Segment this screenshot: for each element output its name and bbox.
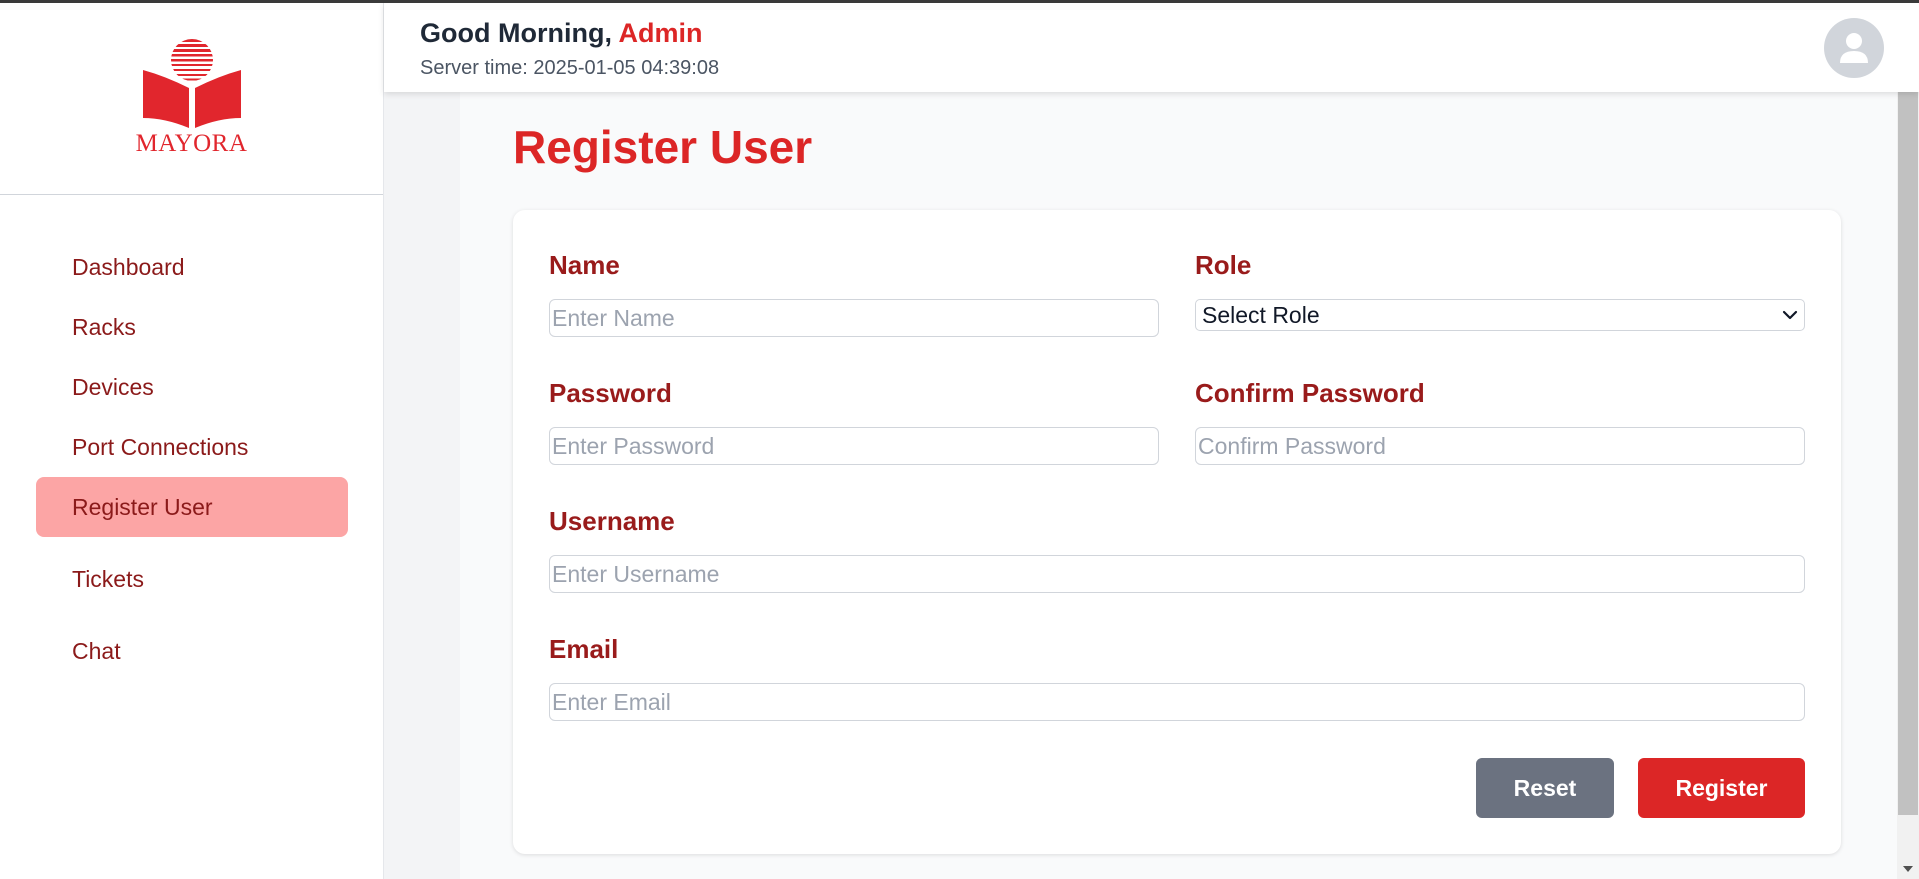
sidebar-item-devices[interactable]: Devices <box>36 357 348 417</box>
server-time: Server time: 2025-01-05 04:39:08 <box>420 57 720 79</box>
sidebar-item-tickets[interactable]: Tickets <box>36 549 348 609</box>
sidebar-item-register-user[interactable]: Register User <box>36 477 348 537</box>
page-title: Register User <box>513 121 813 173</box>
scrollbar-thumb[interactable] <box>1898 92 1918 815</box>
sidebar-item-racks[interactable]: Racks <box>36 297 348 357</box>
sidebar-nav: Dashboard Racks Devices Port Connections… <box>0 195 383 681</box>
chevron-down-icon <box>1782 310 1798 320</box>
role-selected-value: Select Role <box>1202 301 1320 328</box>
scroll-down-arrow-icon[interactable] <box>1900 862 1916 876</box>
greeting-username: Admin <box>618 18 703 48</box>
name-input[interactable] <box>549 299 1159 337</box>
avatar[interactable] <box>1824 18 1884 78</box>
username-label: Username <box>549 506 675 536</box>
sidebar-item-chat[interactable]: Chat <box>36 621 348 681</box>
brand-name: MAYORA <box>135 130 248 157</box>
greeting: Good Morning, Admin <box>420 18 702 49</box>
reset-button[interactable]: Reset <box>1476 758 1614 818</box>
register-user-form: Name Role Select Role Password Confirm P… <box>513 210 1841 854</box>
email-label: Email <box>549 634 619 664</box>
password-input[interactable] <box>549 427 1159 465</box>
role-label: Role <box>1195 250 1252 280</box>
register-button[interactable]: Register <box>1638 758 1805 818</box>
username-input[interactable] <box>549 555 1805 593</box>
confirm-password-input[interactable] <box>1195 427 1805 465</box>
password-label: Password <box>549 378 672 408</box>
user-icon <box>1840 33 1868 63</box>
name-label: Name <box>549 250 620 280</box>
sidebar-item-port-connections[interactable]: Port Connections <box>36 417 348 477</box>
greeting-prefix: Good Morning, <box>420 18 619 48</box>
main-content: Register User Name Role Select Role Pass… <box>460 92 1897 879</box>
sidebar: MAYORA Dashboard Racks Devices Port Conn… <box>0 0 384 879</box>
role-select[interactable]: Select Role <box>1195 299 1805 331</box>
email-input[interactable] <box>549 683 1805 721</box>
confirm-password-label: Confirm Password <box>1195 378 1425 408</box>
window-top-border <box>0 0 1919 3</box>
top-header: Good Morning, Admin Server time: 2025-01… <box>384 3 1919 92</box>
mayora-logo-icon <box>142 39 241 128</box>
logo-area: MAYORA <box>0 0 383 195</box>
sidebar-item-dashboard[interactable]: Dashboard <box>36 237 348 297</box>
